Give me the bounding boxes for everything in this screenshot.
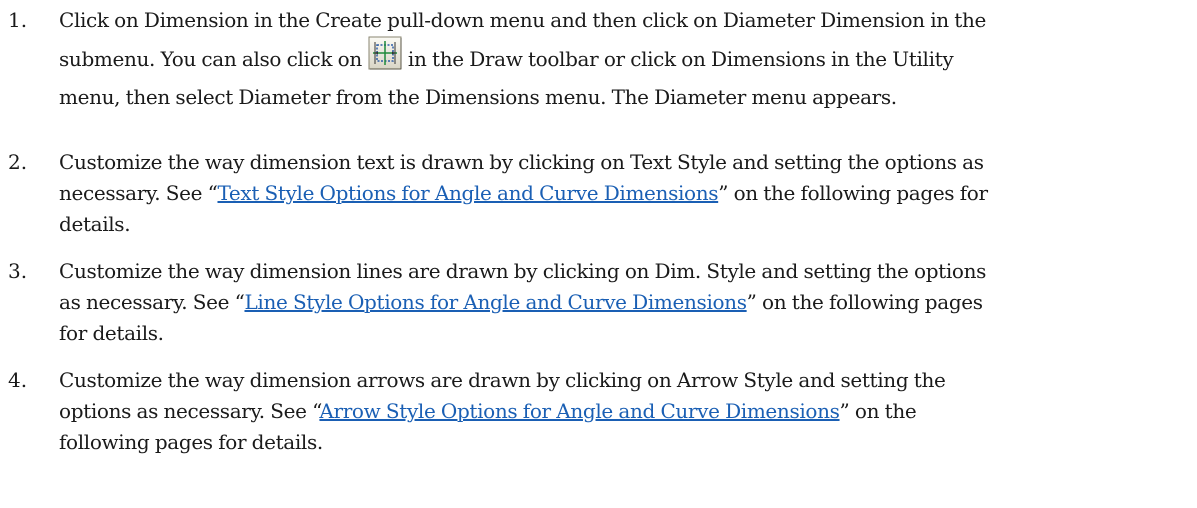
step-text-line: details. xyxy=(59,212,131,236)
step-text-line: Click on Dimension in the Create pull-do… xyxy=(59,8,987,32)
step-text-line: Customize the way dimension arrows are d… xyxy=(59,368,946,392)
step-text: ” on the following pages for xyxy=(718,181,988,205)
step-text-line: menu, then select Diameter from the Dime… xyxy=(59,85,897,109)
step-text-line: Customize the way dimension lines are dr… xyxy=(59,259,987,283)
step-text: as necessary. See “ xyxy=(59,290,245,314)
step-text-line: as necessary. See “Line Style Options fo… xyxy=(59,287,1189,318)
step-text: options as necessary. See “ xyxy=(59,399,320,423)
step-body: Customize the way dimension text is draw… xyxy=(59,147,1189,240)
step-text-line: necessary. See “Text Style Options for A… xyxy=(59,178,1189,209)
step-number: 4. xyxy=(8,368,28,392)
step-text-line: for details. xyxy=(59,321,164,345)
step-body: Customize the way dimension lines are dr… xyxy=(59,256,1189,349)
step-text: ” on the following pages xyxy=(746,290,983,314)
step-text-line: options as necessary. See “Arrow Style O… xyxy=(59,396,1189,427)
step-text: submenu. You can also click on xyxy=(59,47,362,71)
step-number: 3. xyxy=(8,259,28,283)
step-text-line: Customize the way dimension text is draw… xyxy=(59,150,984,174)
step-body: Click on Dimension in the Create pull-do… xyxy=(59,5,1189,113)
step-text: necessary. See “ xyxy=(59,181,218,205)
step-text-line: submenu. You can also click on in the Dr… xyxy=(59,36,1189,82)
diameter-dimension-icon xyxy=(368,36,402,70)
step-text: ” on the xyxy=(839,399,917,423)
arrow-style-options-link[interactable]: Arrow Style Options for Angle and Curve … xyxy=(319,399,839,423)
step-number: 2. xyxy=(8,150,28,174)
step-text: in the Draw toolbar or click on Dimensio… xyxy=(407,47,954,71)
step-body: Customize the way dimension arrows are d… xyxy=(59,365,1189,458)
step-text-line: following pages for details. xyxy=(59,430,323,454)
text-style-options-link[interactable]: Text Style Options for Angle and Curve D… xyxy=(217,181,718,205)
line-style-options-link[interactable]: Line Style Options for Angle and Curve D… xyxy=(244,290,747,314)
step-number: 1. xyxy=(8,8,28,32)
